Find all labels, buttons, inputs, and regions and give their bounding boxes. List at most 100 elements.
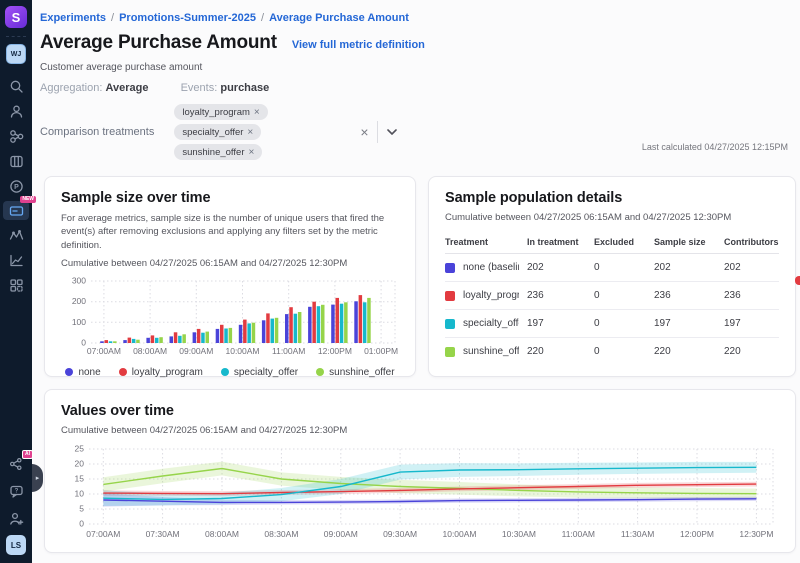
sample-size-value: 236 <box>654 290 724 301</box>
svg-text:10:30AM: 10:30AM <box>502 529 536 539</box>
sample-size-bar-chart[interactable]: 010020030007:00AM08:00AM09:00AM10:00AM11… <box>61 273 399 365</box>
legend-item[interactable]: sunshine_offer <box>316 367 394 378</box>
gates-icon[interactable] <box>6 126 26 146</box>
column-header: Sample size <box>654 237 724 247</box>
values-title: Values over time <box>61 403 779 419</box>
treatment-color-swatch <box>445 263 455 273</box>
search-icon[interactable] <box>6 76 26 96</box>
metric-description: Customer average purchase amount <box>40 62 788 73</box>
svg-text:01:00PM: 01:00PM <box>364 346 398 356</box>
svg-text:20: 20 <box>75 459 85 469</box>
svg-text:300: 300 <box>72 275 86 285</box>
population-table-header: TreatmentIn treatmentExcludedSample size… <box>445 232 779 254</box>
view-metric-definition-link[interactable]: View full metric definition <box>292 39 425 51</box>
metrics-explorer-icon[interactable] <box>6 225 26 245</box>
legend-item[interactable]: none <box>65 367 100 378</box>
comparison-treatments-label: Comparison treatments <box>40 126 154 138</box>
svg-text:10: 10 <box>75 489 85 499</box>
excluded-value: 0 <box>594 346 654 357</box>
contributors-value: 236 <box>724 290 779 301</box>
contributors-value: 197 <box>724 318 779 329</box>
notification-dot[interactable] <box>795 276 800 285</box>
treatment-chip[interactable]: specialty_offer× <box>174 124 261 140</box>
breadcrumb-separator: / <box>111 12 114 24</box>
svg-text:?: ? <box>14 488 18 494</box>
in-treatment-value: 197 <box>527 318 594 329</box>
breadcrumb-separator: / <box>261 12 264 24</box>
column-header: Contributors <box>724 237 779 247</box>
svg-text:25: 25 <box>75 444 85 454</box>
events-label: Events: <box>181 82 218 94</box>
chip-remove-icon[interactable]: × <box>247 127 253 138</box>
sample-size-value: 202 <box>654 262 724 273</box>
treatment-color-swatch <box>445 291 455 301</box>
metrics-icon-active[interactable]: NEW <box>3 201 29 220</box>
population-table-body: none (baseline) 202 0 202 202 loyalty_pr… <box>445 254 779 365</box>
invite-user-icon[interactable] <box>6 508 26 528</box>
treatment-name: specialty_offer <box>463 318 519 329</box>
sidebar-divider <box>6 36 26 37</box>
aggregation-row: Aggregation: Average Events: purchase <box>40 82 788 94</box>
values-over-time-card: Values over time Cumulative between 04/2… <box>44 389 796 553</box>
breadcrumb-item[interactable]: Promotions-Summer-2025 <box>119 12 256 24</box>
values-line-chart[interactable]: 051015202507:00AM07:30AM08:00AM08:30AM09… <box>61 442 779 548</box>
ai-assistant-icon[interactable]: AI <box>6 454 26 474</box>
new-badge: NEW <box>20 196 36 203</box>
events-value: purchase <box>220 82 269 94</box>
clear-all-icon[interactable]: × <box>352 124 376 140</box>
treatment-chip[interactable]: sunshine_offer× <box>174 144 262 160</box>
app-window: S WJ P NEW <box>0 0 800 563</box>
main-content: Experiments / Promotions-Summer-2025 / Avera… <box>32 0 800 563</box>
excluded-value: 0 <box>594 290 654 301</box>
svg-text:07:30AM: 07:30AM <box>146 529 180 539</box>
column-header: Treatment <box>445 237 527 247</box>
population-period: Cumulative between 04/27/2025 06:15AM an… <box>445 212 779 223</box>
table-row: specialty_offer 197 0 197 197 <box>445 310 779 338</box>
contributors-value: 202 <box>724 262 779 273</box>
breadcrumb-item[interactable]: Average Purchase Amount <box>269 12 409 24</box>
legend-item[interactable]: specialty_offer <box>221 367 298 378</box>
aggregation-label: Aggregation: <box>40 82 102 94</box>
chip-remove-icon[interactable]: × <box>248 147 254 158</box>
excluded-value: 0 <box>594 262 654 273</box>
ai-badge: AI <box>22 450 33 459</box>
svg-text:0: 0 <box>79 519 84 529</box>
user-avatar[interactable]: LS <box>6 535 26 555</box>
sample-size-card: Sample size over time For average metric… <box>44 176 416 377</box>
treatment-color-swatch <box>445 347 455 357</box>
in-treatment-value: 236 <box>527 290 594 301</box>
in-treatment-value: 220 <box>527 346 594 357</box>
treatment-chip[interactable]: loyalty_program× <box>174 104 267 120</box>
chevron-down-icon[interactable] <box>378 129 406 135</box>
svg-text:5: 5 <box>79 504 84 514</box>
svg-text:09:00AM: 09:00AM <box>179 346 213 356</box>
breadcrumb-item[interactable]: Experiments <box>40 12 106 24</box>
chip-remove-icon[interactable]: × <box>254 107 260 118</box>
sidebar: S WJ P NEW <box>0 0 32 563</box>
table-row: loyalty_program 236 0 236 236 <box>445 282 779 310</box>
users-icon[interactable] <box>6 101 26 121</box>
insights-icon[interactable] <box>6 250 26 270</box>
treatments-multiselect[interactable]: loyalty_program× specialty_offer× sunshine… <box>168 100 411 164</box>
svg-text:11:00AM: 11:00AM <box>272 346 305 356</box>
last-calculated: Last calculated 04/27/2025 12:15PM <box>642 142 788 164</box>
svg-text:09:30AM: 09:30AM <box>383 529 417 539</box>
svg-text:10:00AM: 10:00AM <box>225 346 259 356</box>
statsig-logo-icon[interactable]: S <box>5 6 27 28</box>
experiments-icon[interactable] <box>6 151 26 171</box>
excluded-value: 0 <box>594 318 654 329</box>
workspace-avatar[interactable]: WJ <box>6 44 26 64</box>
support-icon[interactable]: ? <box>6 481 26 501</box>
svg-text:10:00AM: 10:00AM <box>442 529 476 539</box>
legend-item[interactable]: loyalty_program <box>119 367 203 378</box>
pulse-icon[interactable]: P <box>6 176 26 196</box>
svg-text:09:00AM: 09:00AM <box>324 529 358 539</box>
sample-size-value: 197 <box>654 318 724 329</box>
svg-text:100: 100 <box>72 317 86 327</box>
in-treatment-value: 202 <box>527 262 594 273</box>
sample-size-description: For average metrics, sample size is the … <box>61 212 399 252</box>
svg-text:12:00PM: 12:00PM <box>318 346 352 356</box>
svg-text:07:00AM: 07:00AM <box>87 346 121 356</box>
aggregation-value: Average <box>105 82 148 94</box>
dashboards-icon[interactable] <box>6 275 26 295</box>
